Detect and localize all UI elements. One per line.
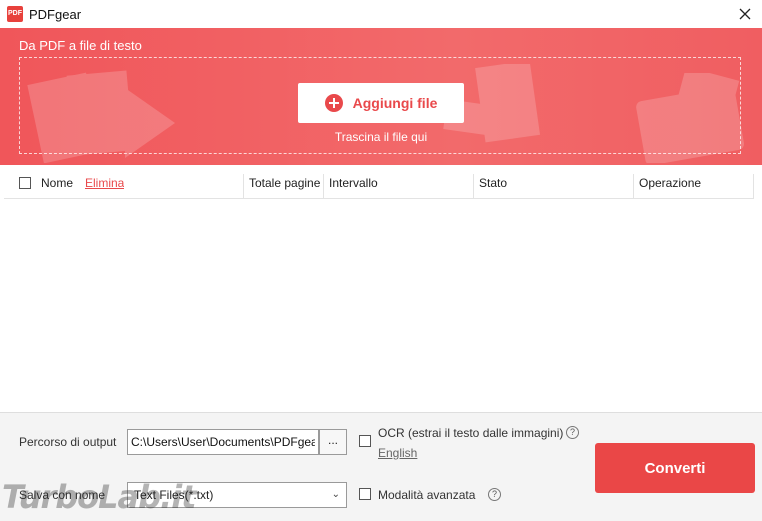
- advanced-help-icon[interactable]: ?: [488, 488, 501, 501]
- delete-link[interactable]: Elimina: [85, 176, 124, 190]
- column-status: Stato: [479, 176, 508, 190]
- banner-title: Da PDF a file di testo: [19, 38, 142, 53]
- column-separator: [323, 174, 324, 198]
- app-logo: PDF: [7, 6, 23, 22]
- add-file-button[interactable]: Aggiungi file: [298, 83, 464, 123]
- convert-button[interactable]: Converti: [595, 443, 755, 493]
- banner: Da PDF a file di testo Aggiungi file Tra…: [0, 28, 762, 165]
- column-separator: [243, 174, 244, 198]
- advanced-mode-label: Modalità avanzata: [378, 488, 476, 502]
- output-path-label: Percorso di output: [19, 435, 117, 449]
- advanced-mode-checkbox[interactable]: [359, 488, 371, 500]
- ocr-help-icon[interactable]: ?: [566, 426, 579, 439]
- drop-hint: Trascina il file qui: [334, 130, 428, 144]
- select-all-checkbox[interactable]: [19, 177, 31, 189]
- title-bar: PDF PDFgear: [0, 0, 762, 28]
- column-separator: [633, 174, 634, 198]
- column-delete-wrap: Elimina: [85, 172, 124, 198]
- close-icon: [739, 8, 751, 20]
- column-operation: Operazione: [639, 176, 702, 190]
- close-button[interactable]: [728, 0, 762, 28]
- ocr-language-link[interactable]: English: [378, 446, 417, 460]
- ocr-label: OCR (estrai il testo dalle immagini): [378, 426, 564, 440]
- column-name-label: Nome: [41, 176, 74, 190]
- file-list: [4, 199, 754, 411]
- add-circle-icon: [324, 94, 343, 112]
- ocr-checkbox[interactable]: [359, 435, 371, 447]
- column-separator: [473, 174, 474, 198]
- add-file-label: Aggiungi file: [352, 95, 438, 111]
- column-separator: [753, 174, 754, 198]
- file-table-header: Nome Elimina Totale pagine Intervallo St…: [4, 172, 754, 199]
- browse-button[interactable]: ...: [319, 429, 347, 455]
- column-range: Intervallo: [329, 176, 378, 190]
- column-total-pages: Totale pagine: [249, 176, 321, 190]
- app-title: PDFgear: [29, 7, 82, 22]
- output-path-input[interactable]: [127, 429, 319, 455]
- chevron-down-icon: ⌄: [331, 489, 340, 500]
- column-name: Nome: [41, 172, 73, 198]
- watermark-logo: TurboLab.it: [2, 478, 196, 516]
